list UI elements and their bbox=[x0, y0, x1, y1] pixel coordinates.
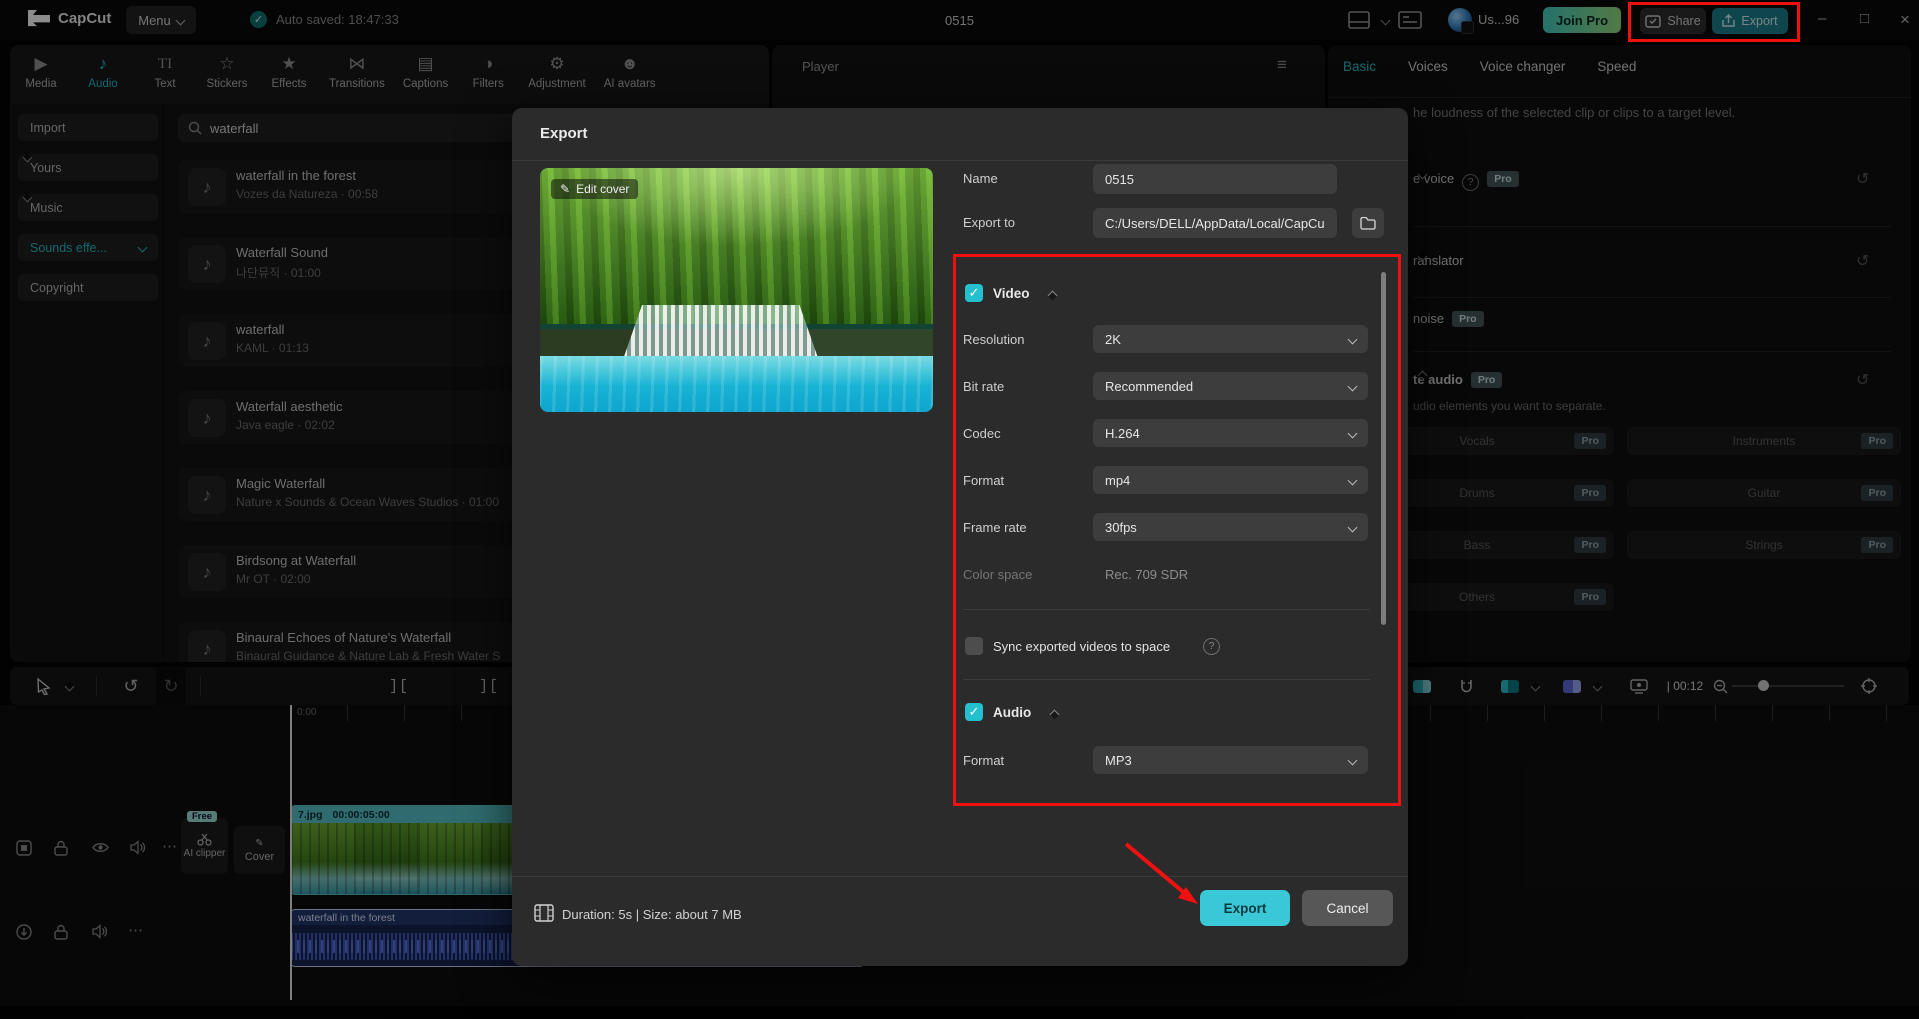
cancel-button[interactable]: Cancel bbox=[1302, 890, 1393, 926]
format-label: Format bbox=[963, 473, 1005, 488]
export-confirm-button[interactable]: Export bbox=[1200, 890, 1290, 926]
export-path-input[interactable]: C:/Users/DELL/AppData/Local/CapCu... bbox=[1093, 208, 1337, 238]
audio-format-label: Format bbox=[963, 753, 1005, 768]
resolution-value: 2K bbox=[1105, 331, 1121, 347]
pencil-icon: ✎ bbox=[560, 182, 571, 196]
framerate-value: 30fps bbox=[1105, 519, 1137, 535]
bitrate-label: Bit rate bbox=[963, 379, 1005, 394]
collapse-icon[interactable] bbox=[1047, 290, 1058, 301]
divider bbox=[963, 679, 1370, 680]
video-section-label: Video bbox=[993, 286, 1030, 301]
capcut-app: CapCut Menu ✓ Auto saved: 18:47:33 0515 … bbox=[0, 0, 1919, 1019]
bitrate-select[interactable]: Recommended bbox=[1093, 372, 1368, 400]
export-path-value: C:/Users/DELL/AppData/Local/CapCu... bbox=[1105, 215, 1325, 231]
colorspace-label: Color space bbox=[963, 567, 1033, 582]
chevron-down-icon bbox=[1347, 428, 1358, 438]
name-value: 0515 bbox=[1105, 171, 1134, 187]
divider bbox=[512, 160, 1408, 161]
sync-checkbox[interactable]: ✓ bbox=[965, 637, 983, 655]
browse-folder-button[interactable] bbox=[1352, 208, 1384, 238]
dialog-scrollbar[interactable] bbox=[1381, 272, 1386, 625]
divider bbox=[512, 876, 1408, 877]
film-icon bbox=[534, 904, 554, 922]
video-checkbox[interactable]: ✓ bbox=[965, 284, 983, 302]
name-input[interactable]: 0515 bbox=[1093, 164, 1337, 194]
chevron-down-icon bbox=[1347, 381, 1358, 391]
resolution-label: Resolution bbox=[963, 332, 1025, 347]
audio-format-value: MP3 bbox=[1105, 752, 1132, 768]
format-select[interactable]: mp4 bbox=[1093, 466, 1368, 494]
resolution-select[interactable]: 2K bbox=[1093, 325, 1368, 353]
codec-label: Codec bbox=[963, 426, 1001, 441]
export-to-label: Export to bbox=[963, 215, 1016, 230]
audio-checkbox[interactable]: ✓ bbox=[965, 703, 983, 721]
dialog-title: Export bbox=[540, 125, 588, 142]
chevron-down-icon bbox=[1347, 334, 1358, 344]
export-dialog: Export ✎ Edit cover Name 0515 Export to … bbox=[512, 108, 1408, 966]
collapse-icon[interactable] bbox=[1049, 709, 1060, 720]
edit-cover-button[interactable]: ✎ Edit cover bbox=[551, 179, 639, 199]
edit-cover-label: Edit cover bbox=[576, 182, 630, 196]
sync-label: Sync exported videos to space bbox=[993, 639, 1171, 654]
duration-size-info: Duration: 5s | Size: about 7 MB bbox=[562, 907, 742, 922]
info-icon[interactable]: ? bbox=[1203, 638, 1220, 655]
colorspace-value: Rec. 709 SDR bbox=[1105, 567, 1189, 582]
framerate-label: Frame rate bbox=[963, 520, 1027, 535]
framerate-select[interactable]: 30fps bbox=[1093, 513, 1368, 541]
chevron-down-icon bbox=[1347, 522, 1358, 532]
name-label: Name bbox=[963, 171, 998, 186]
divider bbox=[963, 609, 1370, 610]
audio-format-select[interactable]: MP3 bbox=[1093, 746, 1368, 774]
format-value: mp4 bbox=[1105, 472, 1131, 488]
codec-select[interactable]: H.264 bbox=[1093, 419, 1368, 447]
audio-section-label: Audio bbox=[993, 705, 1032, 720]
codec-value: H.264 bbox=[1105, 425, 1140, 441]
cover-preview: ✎ Edit cover bbox=[540, 168, 933, 412]
chevron-down-icon bbox=[1347, 755, 1358, 765]
bitrate-value: Recommended bbox=[1105, 378, 1194, 394]
chevron-down-icon bbox=[1347, 475, 1358, 485]
